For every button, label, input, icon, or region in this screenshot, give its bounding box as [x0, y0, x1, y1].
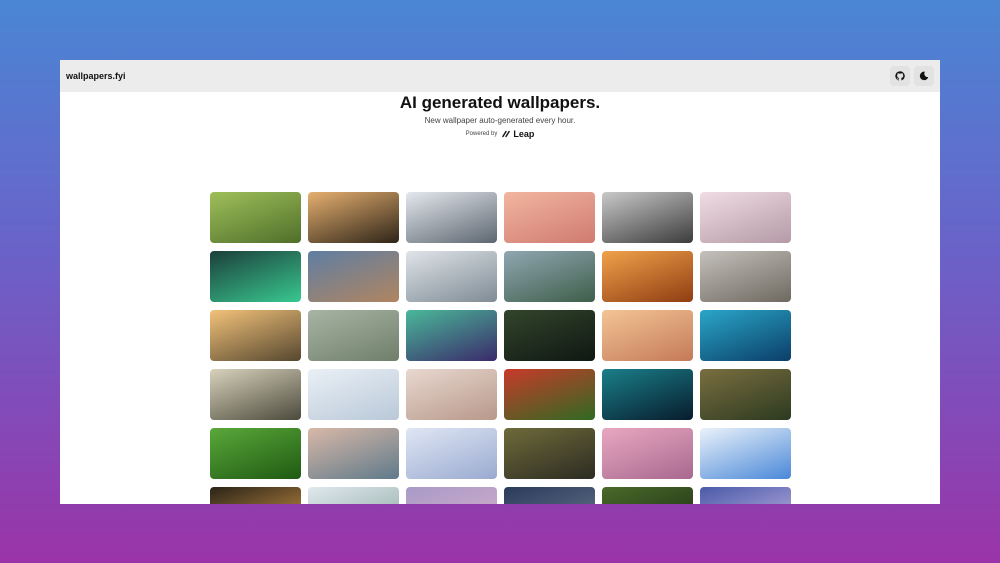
leap-brand-text: Leap [513, 129, 535, 139]
wallpaper-thumbnail[interactable] [504, 487, 595, 504]
wallpaper-thumbnail[interactable] [210, 192, 301, 243]
wallpaper-thumbnail[interactable] [602, 369, 693, 420]
wallpaper-thumbnail[interactable] [602, 310, 693, 361]
wallpaper-thumbnail[interactable] [700, 310, 791, 361]
wallpaper-grid [210, 192, 791, 504]
wallpaper-thumbnail[interactable] [406, 251, 497, 302]
wallpaper-thumbnail[interactable] [308, 369, 399, 420]
wallpaper-thumbnail[interactable] [700, 192, 791, 243]
wallpaper-thumbnail[interactable] [210, 428, 301, 479]
wallpaper-thumbnail[interactable] [602, 251, 693, 302]
wallpaper-thumbnail[interactable] [602, 428, 693, 479]
hero-section: AI generated wallpapers. New wallpaper a… [60, 92, 940, 139]
moon-icon [919, 71, 929, 81]
wallpaper-thumbnail[interactable] [406, 192, 497, 243]
wallpaper-thumbnail[interactable] [700, 487, 791, 504]
wallpaper-thumbnail[interactable] [406, 310, 497, 361]
leap-link[interactable]: Leap [501, 129, 534, 139]
browser-window: wallpapers.fyi AI generated wallpapers. … [60, 60, 940, 504]
wallpaper-thumbnail[interactable] [602, 487, 693, 504]
powered-by-label: Powered by [465, 131, 498, 137]
leap-logo-icon [502, 130, 511, 138]
wallpaper-thumbnail[interactable] [210, 369, 301, 420]
page-title: AI generated wallpapers. [399, 93, 601, 112]
github-icon [895, 71, 905, 81]
wallpaper-thumbnail[interactable] [700, 428, 791, 479]
wallpaper-thumbnail[interactable] [210, 487, 301, 504]
wallpaper-thumbnail[interactable] [210, 251, 301, 302]
page-subtitle: New wallpaper auto-generated every hour. [424, 116, 576, 125]
site-brand[interactable]: wallpapers.fyi [66, 71, 126, 81]
wallpaper-thumbnail[interactable] [406, 369, 497, 420]
wallpaper-thumbnail[interactable] [308, 251, 399, 302]
wallpaper-thumbnail[interactable] [504, 428, 595, 479]
github-button[interactable] [890, 66, 910, 86]
wallpaper-thumbnail[interactable] [602, 192, 693, 243]
wallpaper-thumbnail[interactable] [504, 310, 595, 361]
wallpaper-thumbnail[interactable] [700, 369, 791, 420]
wallpaper-thumbnail[interactable] [406, 487, 497, 504]
top-actions [890, 66, 934, 86]
wallpaper-thumbnail[interactable] [504, 192, 595, 243]
wallpaper-thumbnail[interactable] [308, 192, 399, 243]
wallpaper-thumbnail[interactable] [504, 369, 595, 420]
wallpaper-thumbnail[interactable] [504, 251, 595, 302]
wallpaper-thumbnail[interactable] [308, 428, 399, 479]
wallpaper-thumbnail[interactable] [308, 310, 399, 361]
top-bar: wallpapers.fyi [60, 60, 940, 92]
wallpaper-thumbnail[interactable] [210, 310, 301, 361]
powered-by: Powered by Leap [60, 129, 940, 139]
wallpaper-thumbnail[interactable] [308, 487, 399, 504]
theme-toggle-button[interactable] [914, 66, 934, 86]
wallpaper-thumbnail[interactable] [700, 251, 791, 302]
wallpaper-thumbnail[interactable] [406, 428, 497, 479]
